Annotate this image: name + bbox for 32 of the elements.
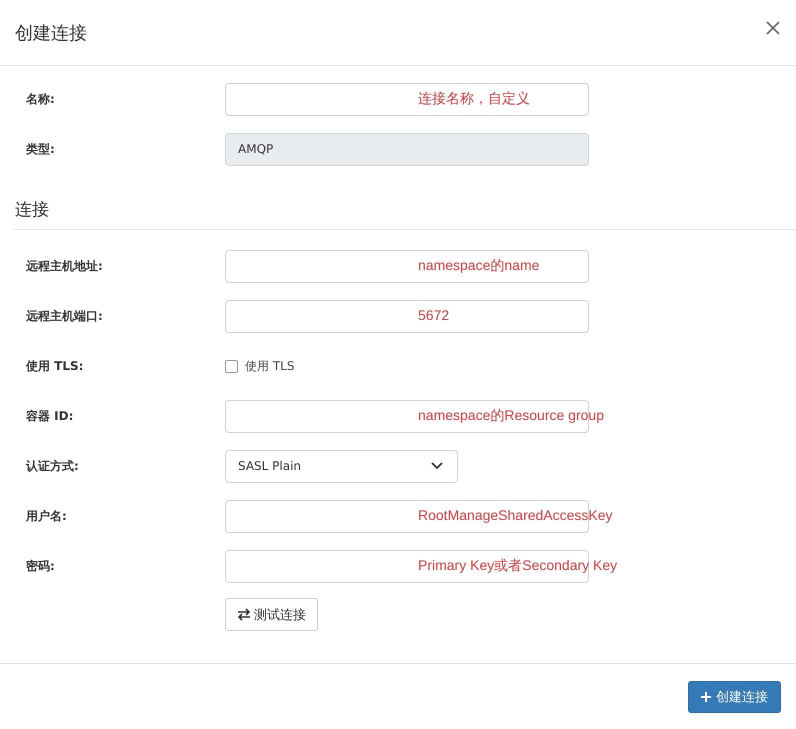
dialog-title: 创建连接: [15, 22, 87, 44]
field-label: 类型:: [25, 140, 56, 158]
field-label: 用户名:: [25, 508, 68, 524]
input-field[interactable]: [225, 300, 589, 332]
field-label: 认证方式:: [24, 458, 80, 474]
checkbox-label: 使用 TLS: [245, 358, 294, 374]
annotation-text: 5672: [418, 307, 450, 323]
annotation-text: RootManageSharedAccessKey: [418, 507, 613, 523]
field-label: 名称:: [24, 90, 56, 108]
section-heading: 连接: [14, 198, 796, 230]
swap-arrows-icon: [237, 608, 251, 621]
create-connection-button[interactable]: 创建连接: [688, 681, 781, 713]
annotation-text: namespace的name: [418, 257, 540, 275]
dropdown[interactable]: SASL Plain: [225, 450, 458, 482]
type-field[interactable]: AMQP: [225, 132, 589, 166]
close-button[interactable]: [764, 18, 782, 36]
input-field[interactable]: [225, 82, 589, 116]
annotation-text: Primary Key或者Secondary Key: [418, 557, 618, 575]
checkbox[interactable]: [225, 360, 238, 372]
field-label: 远程主机端口:: [25, 308, 104, 324]
field-label: 容器 ID:: [25, 408, 74, 424]
plus-icon: [701, 692, 711, 702]
field-label: 使用 TLS:: [24, 358, 84, 374]
annotation-text: namespace的Resource group: [418, 407, 604, 425]
annotation-text: 连接名称，自定义: [418, 90, 530, 108]
input-field[interactable]: [225, 550, 589, 582]
close-icon: [766, 20, 780, 34]
test-connection-button[interactable]: 测试连接: [225, 598, 318, 631]
chevron-down-icon: [431, 462, 443, 470]
field-label: 远程主机地址:: [25, 258, 104, 274]
input-field[interactable]: [225, 250, 589, 282]
field-label: 密码:: [25, 558, 56, 574]
